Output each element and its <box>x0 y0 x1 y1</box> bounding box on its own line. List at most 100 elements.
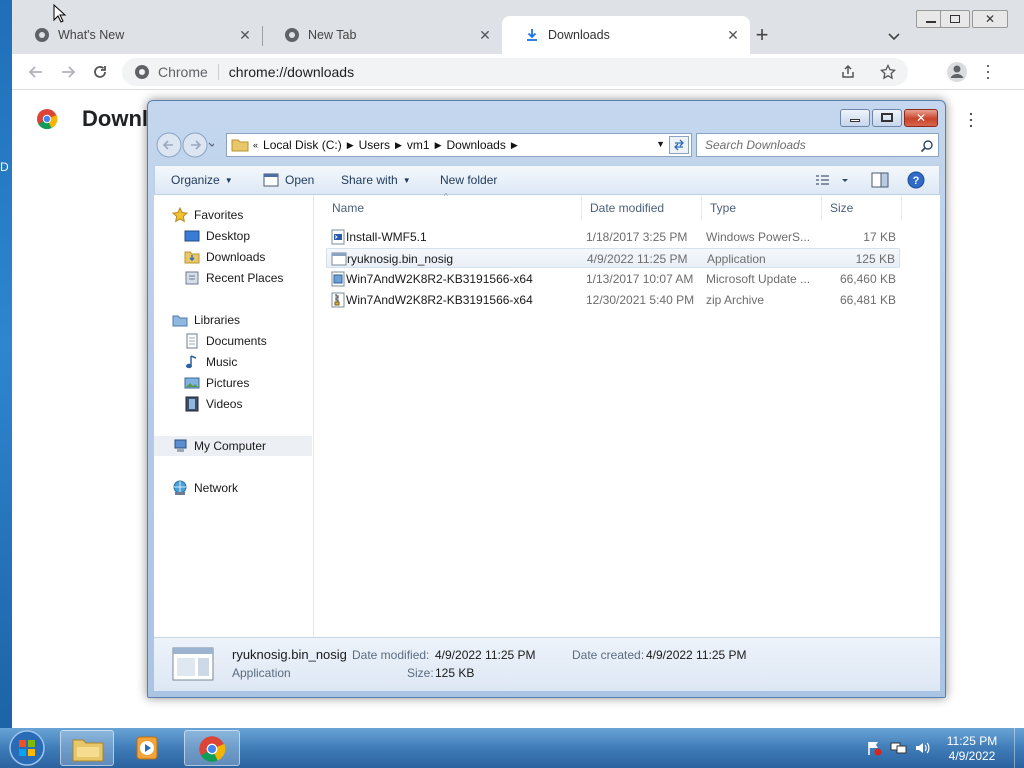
file-date: 4/9/2022 11:25 PM <box>587 252 688 266</box>
nav-label: Videos <box>206 397 243 411</box>
music-note-icon <box>186 355 197 369</box>
back-forward-buttons[interactable] <box>156 132 214 158</box>
profile-avatar-icon[interactable] <box>946 61 968 83</box>
column-header-date[interactable]: Date modified <box>582 195 702 221</box>
download-icon <box>527 29 537 41</box>
share-icon[interactable] <box>840 64 856 80</box>
address-bar[interactable]: Chrome chrome://downloads <box>122 58 908 86</box>
network-status-icon[interactable] <box>890 740 908 756</box>
close-window-button[interactable]: ✕ <box>972 10 1008 28</box>
preview-pane-icon[interactable] <box>871 172 889 189</box>
file-date: 1/18/2017 3:25 PM <box>586 230 688 244</box>
taskbar-clock[interactable]: 11:25 PM 4/9/2022 <box>940 734 1004 764</box>
computer-icon <box>174 439 187 452</box>
url-text[interactable]: chrome://downloads <box>229 64 354 80</box>
open-window-icon <box>263 173 279 187</box>
close-tab-icon[interactable]: ✕ <box>478 28 492 42</box>
show-desktop-button[interactable] <box>1014 728 1024 768</box>
nav-favorites[interactable]: Favorites <box>154 205 312 225</box>
desktop-icon <box>184 230 200 242</box>
clock-date: 4/9/2022 <box>948 749 996 763</box>
navigation-pane: Favorites Desktop Downloads Recent Place… <box>154 195 314 637</box>
start-button-icon[interactable] <box>8 729 46 767</box>
help-icon[interactable]: ? <box>907 171 925 189</box>
forward-arrow-icon[interactable] <box>58 62 78 82</box>
details-pane: ryuknosig.bin_nosig Application Date mod… <box>154 637 940 691</box>
breadcrumb-arrow-icon[interactable]: ▶ <box>435 140 442 151</box>
nav-network[interactable]: Network <box>154 478 312 498</box>
column-header-name[interactable]: Name ^ <box>324 192 582 221</box>
share-with-button[interactable]: Share with ▼ <box>341 173 411 187</box>
restore-button[interactable] <box>940 10 970 28</box>
bookmark-star-icon[interactable] <box>880 64 896 80</box>
tab-new-tab[interactable]: New Tab ✕ <box>262 16 502 54</box>
search-input[interactable]: Search Downloads <box>696 133 939 157</box>
command-bar: Organize ▼ Open Share with ▼ New folder ? <box>154 165 940 195</box>
nav-documents[interactable]: Documents <box>154 331 312 351</box>
file-type: Application <box>707 252 766 266</box>
organize-label: Organize <box>171 173 220 187</box>
nav-desktop[interactable]: Desktop <box>154 226 312 246</box>
explorer-minimize-button[interactable] <box>840 109 870 127</box>
nav-music[interactable]: Music <box>154 352 312 372</box>
file-row-selected[interactable]: ryuknosig.bin_nosig 4/9/2022 11:25 PM Ap… <box>326 248 900 268</box>
reload-icon[interactable] <box>90 62 110 82</box>
breadcrumb-arrow-icon[interactable]: ▶ <box>511 140 518 151</box>
file-type: Microsoft Update ... <box>706 272 811 286</box>
application-icon <box>331 252 347 266</box>
address-dropdown-icon[interactable]: ▼ <box>656 139 665 149</box>
taskbar-explorer-button[interactable] <box>60 730 114 766</box>
back-arrow-icon[interactable] <box>26 62 46 82</box>
nav-label: Documents <box>206 334 267 348</box>
action-center-flag-icon[interactable] <box>866 740 882 756</box>
organize-button[interactable]: Organize ▼ <box>171 173 233 187</box>
breadcrumb-downloads[interactable]: Downloads <box>446 138 505 152</box>
taskbar-chrome-button[interactable] <box>184 730 240 766</box>
page-menu-icon[interactable]: · · · <box>968 104 974 134</box>
refresh-icon[interactable] <box>669 136 689 154</box>
close-tab-icon[interactable]: ✕ <box>238 28 252 42</box>
breadcrumb-users[interactable]: Users <box>359 138 390 152</box>
column-header-size[interactable]: Size <box>822 195 902 221</box>
search-icon[interactable] <box>920 139 934 153</box>
tab-label: What's New <box>58 28 125 42</box>
powershell-script-icon <box>331 229 345 245</box>
open-button[interactable]: Open <box>263 173 314 187</box>
new-tab-button[interactable]: + <box>750 24 774 48</box>
new-folder-label: New folder <box>440 173 498 187</box>
nav-videos[interactable]: Videos <box>154 394 312 414</box>
taskbar-media-player-button[interactable] <box>122 730 176 766</box>
breadcrumb[interactable]: « Local Disk (C:) ▶ Users ▶ vm1 ▶ Downloads… <box>226 133 692 157</box>
volume-icon[interactable] <box>914 740 932 756</box>
minimize-icon <box>850 119 860 122</box>
breadcrumb-arrow-icon[interactable]: ▶ <box>395 140 402 151</box>
nav-pictures[interactable]: Pictures <box>154 373 312 393</box>
nav-recent-places[interactable]: Recent Places <box>154 268 312 288</box>
tab-whats-new[interactable]: What's New ✕ <box>12 16 262 54</box>
nav-my-computer[interactable]: My Computer <box>154 436 312 456</box>
explorer-folder-icon <box>72 739 104 762</box>
explorer-close-button[interactable]: ✕ <box>904 109 938 127</box>
tab-downloads[interactable]: Downloads ✕ <box>502 16 750 54</box>
chrome-logo-icon <box>199 736 226 762</box>
column-header-type[interactable]: Type <box>702 195 822 221</box>
nav-downloads[interactable]: Downloads <box>154 247 312 267</box>
pictures-icon <box>184 377 200 389</box>
file-row[interactable]: Win7AndW2K8R2-KB3191566-x64 1/13/2017 10… <box>326 269 900 289</box>
new-folder-button[interactable]: New folder <box>440 173 497 187</box>
breadcrumb-local-disk[interactable]: Local Disk (C:) <box>263 138 342 152</box>
nav-libraries[interactable]: Libraries <box>154 310 312 330</box>
overflow-chevron-icon[interactable]: « <box>253 140 258 150</box>
tab-search-chevron-icon[interactable] <box>884 26 904 46</box>
file-row[interactable]: Win7AndW2K8R2-KB3191566-x64 12/30/2021 5… <box>326 290 900 310</box>
file-row[interactable]: Install-WMF5.1 1/18/2017 3:25 PM Windows… <box>326 227 900 247</box>
change-view-icon[interactable] <box>815 173 853 189</box>
desktop-edge-text: D <box>0 160 9 174</box>
chrome-menu-icon[interactable]: · · · <box>984 56 992 86</box>
explorer-maximize-button[interactable] <box>872 109 902 127</box>
breadcrumb-arrow-icon[interactable]: ▶ <box>347 140 354 151</box>
minimize-icon <box>926 21 936 23</box>
close-tab-icon[interactable]: ✕ <box>726 28 740 42</box>
breadcrumb-vm1[interactable]: vm1 <box>407 138 430 152</box>
address-navigation-bar: « Local Disk (C:) ▶ Users ▶ vm1 ▶ Downloads… <box>154 131 940 159</box>
